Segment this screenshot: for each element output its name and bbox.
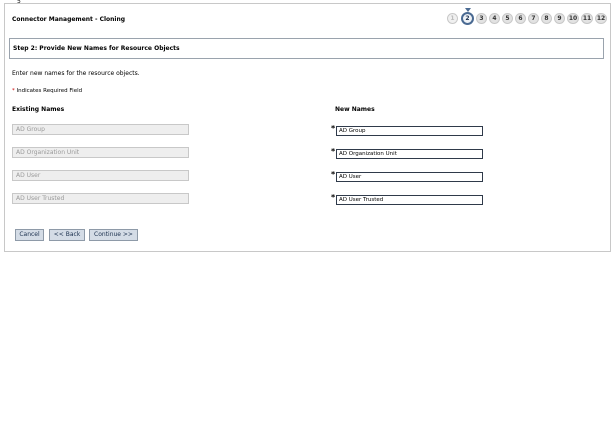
new-name-input[interactable]: AD Organization Unit xyxy=(336,149,483,159)
new-name-input[interactable]: AD User xyxy=(336,172,483,182)
wizard-step-6[interactable]: 6 xyxy=(515,13,526,24)
step-header-box: Step 2: Provide New Names for Resource O… xyxy=(9,38,604,59)
new-names-header: New Names xyxy=(335,106,375,113)
required-note-text: Indicates Required Field xyxy=(16,88,83,94)
existing-names-header: Existing Names xyxy=(12,106,65,113)
wizard-step-12[interactable]: 12 xyxy=(595,13,607,24)
current-step-pointer-icon xyxy=(465,8,471,12)
cancel-button[interactable]: Cancel xyxy=(15,229,44,241)
instructions-text: Enter new names for the resource objects… xyxy=(12,70,140,77)
wizard-step-4[interactable]: 4 xyxy=(489,13,500,24)
wizard-step-5[interactable]: 5 xyxy=(502,13,513,24)
continue-button[interactable]: Continue >> xyxy=(89,229,138,241)
existing-name-field: AD User xyxy=(12,170,189,181)
wizard-step-3[interactable]: 3 xyxy=(476,13,487,24)
wizard-step-2-current[interactable]: 2 xyxy=(461,12,474,25)
required-star-icon: * xyxy=(331,124,336,133)
existing-name-field: AD User Trusted xyxy=(12,193,189,204)
required-star-icon: * xyxy=(331,147,336,156)
wizard-step-10[interactable]: 10 xyxy=(567,13,579,24)
required-star-icon: * xyxy=(331,170,336,179)
wizard-step-7[interactable]: 7 xyxy=(528,13,539,24)
required-note: * Indicates Required Field xyxy=(12,88,82,94)
wizard-step-9[interactable]: 9 xyxy=(554,13,565,24)
step-label: Step 2: Provide New Names for Resource O… xyxy=(13,45,180,52)
existing-name-field: AD Organization Unit xyxy=(12,147,189,158)
wizard-step-8[interactable]: 8 xyxy=(541,13,552,24)
existing-name-field: AD Group xyxy=(12,124,189,135)
new-name-input[interactable]: AD Group xyxy=(336,126,483,136)
wizard-step-11[interactable]: 11 xyxy=(581,13,593,24)
required-star-icon: * xyxy=(12,88,15,94)
wizard-step-1[interactable]: 1 xyxy=(447,13,458,24)
new-name-input[interactable]: AD User Trusted xyxy=(336,195,483,205)
back-button[interactable]: << Back xyxy=(49,229,85,241)
required-star-icon: * xyxy=(331,193,336,202)
page-title: Connector Management - Cloning xyxy=(12,16,126,23)
